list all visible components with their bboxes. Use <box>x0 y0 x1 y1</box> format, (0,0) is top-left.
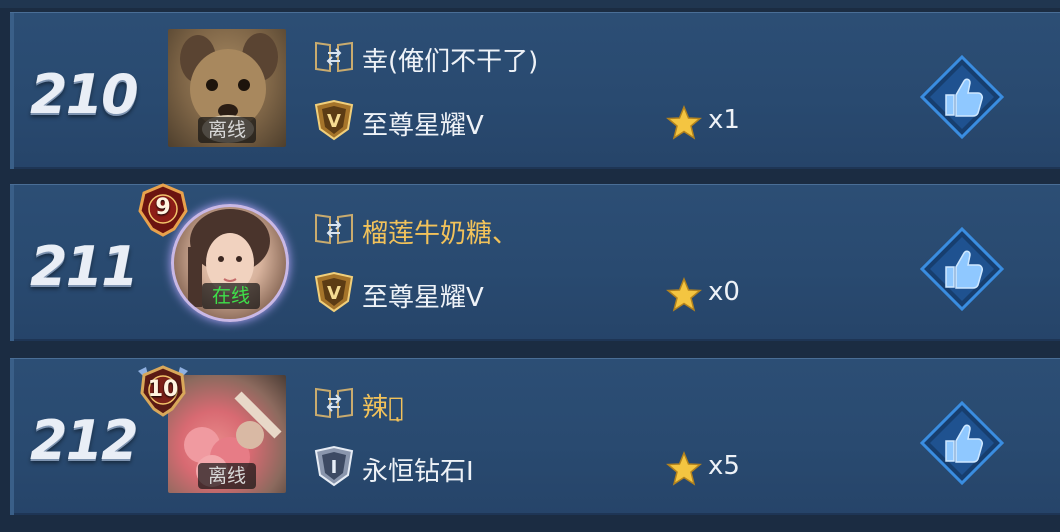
hero-card-icon <box>315 213 353 245</box>
row-left-bar <box>10 13 14 169</box>
eternal-diamond-badge-icon: I <box>314 445 354 487</box>
player-name: 辣妹ͅ <box>362 393 404 423</box>
top-strip <box>0 0 1060 8</box>
status-label: 离线 <box>198 463 256 489</box>
status-label: 离线 <box>198 117 256 143</box>
tier-label: 永恒钻石I <box>362 457 474 487</box>
star-count: x0 <box>708 277 740 307</box>
tier-label: 至尊星耀V <box>362 283 484 313</box>
status-label: 在线 <box>202 283 260 309</box>
leaderboard-row[interactable]: 210 离线 幸(俺们不干了) V 至尊星耀V x1 <box>10 12 1060 169</box>
rank-number: 210 <box>30 63 139 126</box>
star-glory-badge-icon: V <box>314 271 354 313</box>
hero-card-icon <box>315 41 353 73</box>
level-number: 9 <box>155 195 171 220</box>
player-name: 榴莲牛奶糖、 <box>362 219 519 249</box>
player-name: 幸(俺们不干了) <box>362 47 539 77</box>
level-badge: 9 <box>136 183 190 237</box>
row-left-bar <box>10 185 14 341</box>
star-glory-badge-icon: V <box>314 99 354 141</box>
rank-number: 212 <box>30 409 139 472</box>
svg-text:V: V <box>327 111 341 132</box>
leaderboard-row[interactable]: 212 离线 10 辣妹ͅ I 永恒钻石I x5 <box>10 358 1060 515</box>
star-count: x5 <box>708 451 740 481</box>
star-icon <box>666 451 702 486</box>
star-icon <box>666 105 702 140</box>
leaderboard-row[interactable]: 211 在线 9 榴莲牛奶糖、 V 至尊星耀V x0 <box>10 183 1060 341</box>
like-button[interactable] <box>920 227 1004 311</box>
avatar[interactable]: 离线 <box>168 29 286 147</box>
like-button[interactable] <box>920 401 1004 485</box>
row-left-bar <box>10 359 14 515</box>
svg-text:V: V <box>327 283 341 304</box>
level-number: 10 <box>147 377 179 402</box>
tier-label: 至尊星耀V <box>362 111 484 141</box>
star-icon <box>666 277 702 312</box>
hero-card-icon <box>315 387 353 419</box>
star-count: x1 <box>708 105 740 135</box>
level-badge: 10 <box>136 363 190 417</box>
rank-number: 211 <box>30 235 139 298</box>
svg-text:I: I <box>331 457 338 478</box>
like-button[interactable] <box>920 55 1004 139</box>
